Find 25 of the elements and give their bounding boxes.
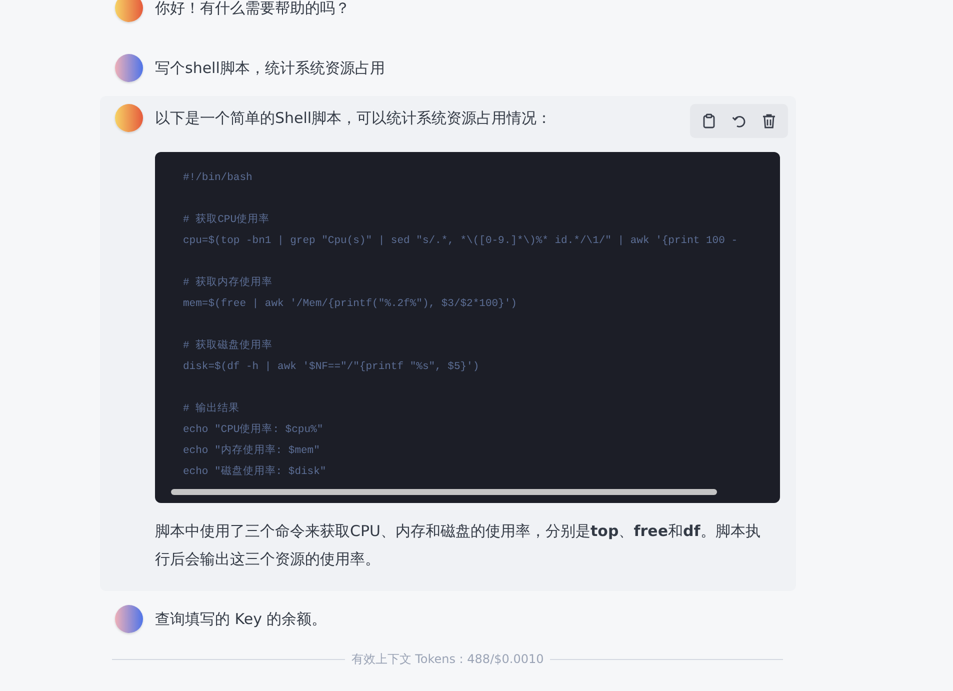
code-line: # 获取内存使用率 [183, 275, 273, 291]
code-line: disk=$(df -h | awk '$NF=="/"{printf "%s", $5}') [183, 360, 480, 375]
code-line: echo "磁盘使用率: $disk" [183, 464, 326, 480]
code-line: # 获取CPU使用率 [183, 212, 270, 228]
message-text: 脚本中使用了三个命令来获取CPU、内存和磁盘的使用率，分别是top、free和df。脚本执行后会输出这三个资源的使用率。 [155, 521, 762, 570]
code-line: echo "内存使用率: $mem" [183, 443, 320, 459]
message-text: 查询填写的 Key 的余额。 [155, 609, 327, 630]
avatar-icon [115, 0, 143, 22]
scrollbar-thumb[interactable] [171, 489, 717, 495]
message-text: 以下是一个简单的Shell脚本，可以统计系统资源占用情况： [155, 108, 552, 129]
code-line: mem=$(free | awk '/Mem/{printf("%.2f%"), $3/$2*100}') [183, 297, 517, 312]
code-line: cpu=$(top -bn1 | grep "Cpu(s)" | sed "s/.*, *\([0-9.]*\)%* id.*/\1/" | awk '{print 100 - [183, 234, 738, 249]
code-line: # 获取磁盘使用率 [183, 338, 273, 354]
undo-icon [731, 113, 747, 129]
token-usage-text: 有效上下文 Tokens : 488/$0.0010 [351, 651, 544, 668]
trash-icon [761, 113, 777, 129]
clipboard-icon [701, 113, 717, 129]
avatar-icon [115, 54, 143, 82]
code-line: echo "CPU使用率: $cpu%" [183, 422, 324, 438]
code-line: #!/bin/bash [183, 171, 252, 186]
avatar-icon [115, 605, 143, 633]
message-text: 写个shell脚本，统计系统资源占用 [155, 58, 385, 79]
message-text: 你好！有什么需要帮助的吗？ [155, 0, 350, 19]
code-line: # 输出结果 [183, 401, 240, 417]
avatar-icon [115, 104, 143, 132]
